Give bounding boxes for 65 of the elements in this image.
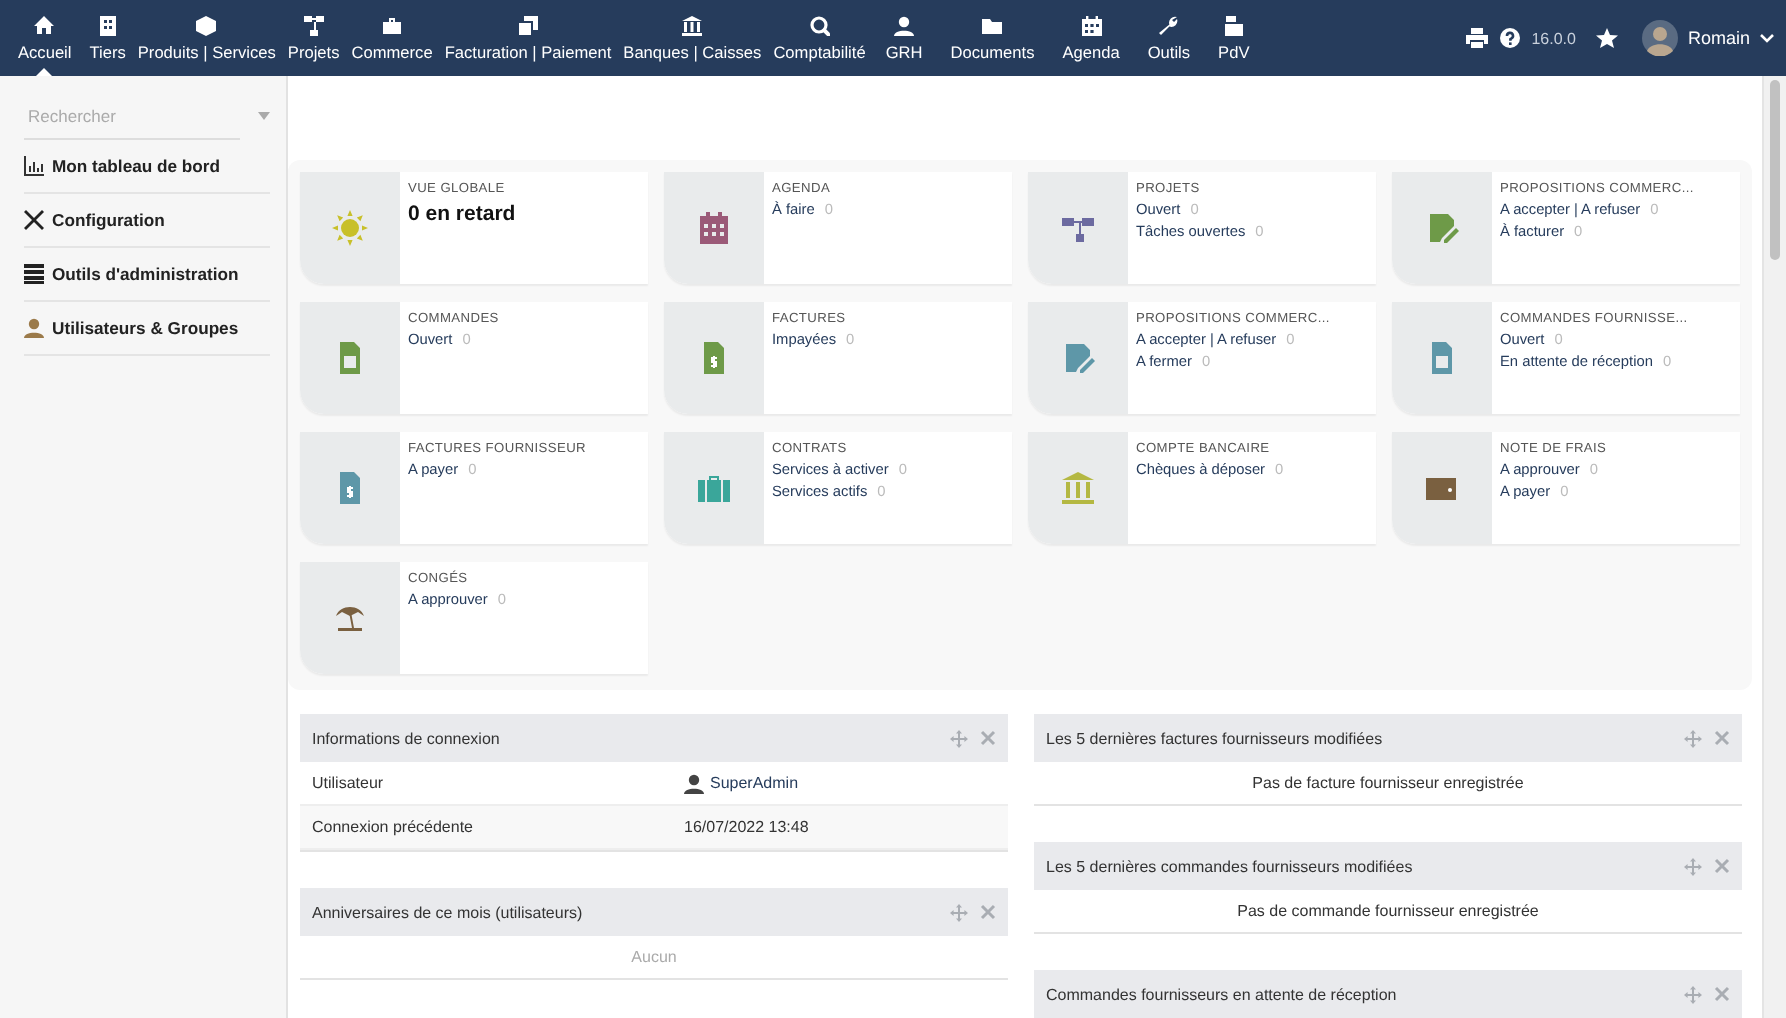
menu-item[interactable]: Banques | Caisses — [617, 0, 768, 76]
user-link[interactable]: SuperAdmin — [684, 773, 799, 793]
building-icon — [97, 15, 118, 35]
printer-icon[interactable] — [1465, 28, 1488, 48]
widget-title: Les 5 dernières factures fournisseurs modifiées — [1046, 729, 1383, 747]
star-icon[interactable] — [1595, 28, 1618, 48]
dropdown-caret-icon — [258, 112, 270, 120]
menu-item[interactable]: Outils — [1133, 0, 1205, 76]
house-icon — [34, 15, 55, 35]
version-label: 16.0.0 — [1531, 29, 1576, 47]
menu-item[interactable]: Documents — [936, 0, 1049, 76]
list-icon — [24, 264, 44, 284]
move-icon[interactable] — [1684, 729, 1702, 747]
widget-title: Commandes fournisseurs en attente de réception — [1046, 985, 1397, 1003]
sidebar-item[interactable]: Utilisateurs & Groupes — [24, 302, 270, 356]
tools-icon — [24, 210, 44, 230]
move-icon[interactable] — [1684, 857, 1702, 875]
menu-item[interactable]: Tiers — [83, 0, 132, 76]
move-icon[interactable] — [950, 729, 968, 747]
menu-item[interactable]: Agenda — [1048, 0, 1134, 76]
close-icon[interactable] — [980, 904, 996, 920]
sidebar-item[interactable]: Outils d'administration — [24, 248, 270, 302]
empty-message: Pas de commande fournisseur enregistrée — [1235, 900, 1541, 924]
menu-item[interactable]: Projets — [281, 0, 346, 76]
menu-item[interactable]: Accueil — [4, 0, 84, 76]
card-headline: 0 en retard — [408, 202, 516, 226]
empty-message: Aucun — [629, 946, 679, 970]
menu-item[interactable]: PdV — [1204, 0, 1264, 76]
magnifier-icon — [809, 15, 830, 35]
table-cell: 16/07/2022 13:48 — [684, 818, 809, 836]
widget-title: Les 5 dernières commandes fournisseurs modifiées — [1046, 857, 1413, 875]
move-icon[interactable] — [950, 903, 968, 921]
close-icon[interactable] — [1714, 730, 1730, 746]
table-cell-text: Utilisateur — [312, 774, 386, 792]
menu-item[interactable]: Comptabilité — [767, 0, 872, 76]
bank-icon — [682, 15, 703, 35]
chart-icon — [24, 156, 44, 176]
close-icon[interactable] — [1714, 986, 1730, 1002]
person-icon — [894, 15, 915, 35]
folder-icon — [982, 15, 1003, 35]
sidebar-item[interactable]: Mon tableau de bord — [24, 140, 270, 194]
user-menu[interactable]: Romain — [1641, 20, 1774, 56]
menu-item[interactable]: Produits | Services — [131, 0, 282, 76]
menu-item[interactable]: Facturation | Paiement — [438, 0, 618, 76]
close-icon[interactable] — [980, 730, 996, 746]
empty-message: Pas de facture fournisseur enregistrée — [1250, 772, 1526, 796]
avatar-icon — [1641, 20, 1678, 56]
menu-item[interactable]: GRH — [871, 0, 937, 76]
documents-icon — [517, 15, 538, 35]
close-icon[interactable] — [1714, 858, 1730, 874]
search-field[interactable]: Rechercher — [24, 93, 240, 139]
caret-icon — [1760, 33, 1774, 43]
sidebar-item[interactable]: Configuration — [24, 194, 270, 248]
move-icon[interactable] — [1684, 985, 1702, 1003]
diagram-icon — [303, 15, 324, 35]
wrench-icon — [1158, 15, 1179, 35]
help-icon[interactable] — [1499, 28, 1520, 48]
briefcase-icon — [382, 15, 403, 35]
calendar-icon — [1081, 15, 1102, 35]
table-cell-text: Connexion précédente — [312, 818, 476, 836]
widget-title: Anniversaires de ce mois (utilisateurs) — [312, 903, 583, 921]
scrollbar[interactable] — [1762, 76, 1786, 1018]
person-icon — [24, 318, 44, 338]
widget-title: Informations de connexion — [312, 729, 500, 747]
menu-item[interactable]: Commerce — [345, 0, 439, 76]
